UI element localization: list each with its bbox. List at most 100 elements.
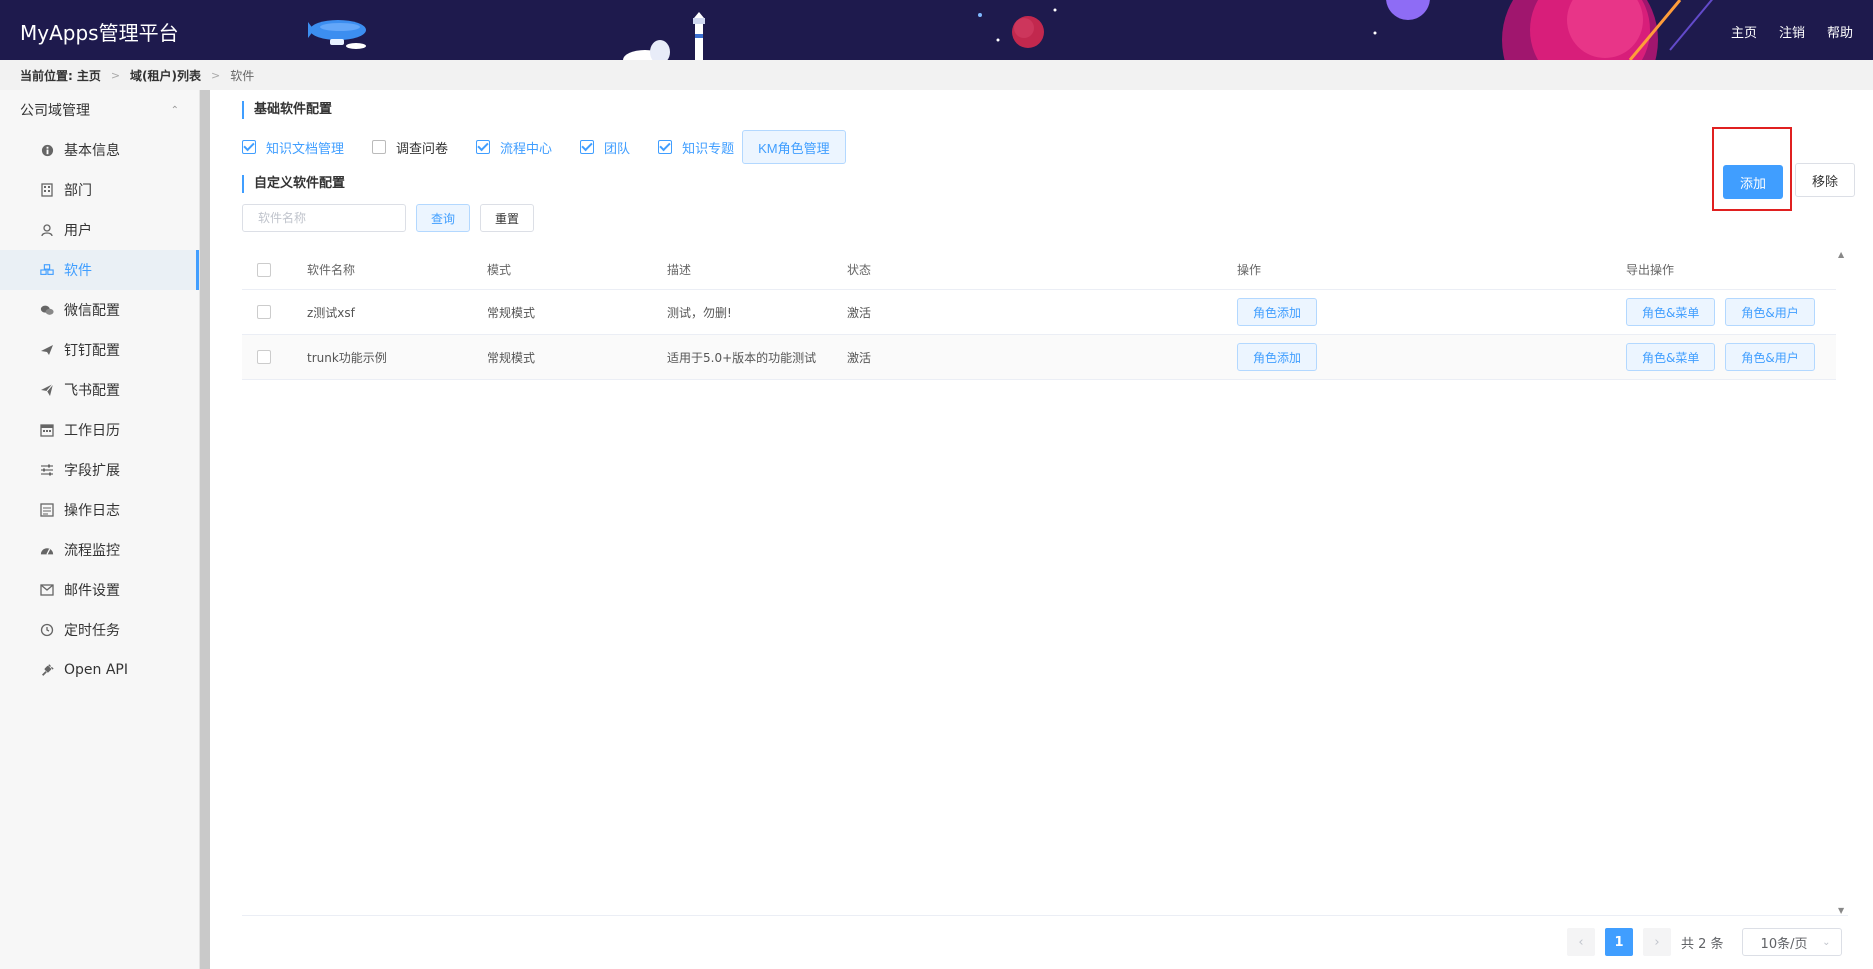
cell-status: 激活 (847, 350, 872, 365)
wechat-icon (40, 303, 54, 317)
calendar-icon (40, 423, 54, 437)
cell-name: trunk功能示例 (307, 350, 387, 365)
top-header: MyApps管理平台 主页 注销 帮助 (0, 0, 1873, 60)
cell-desc: 适用于5.0+版本的功能测试 (667, 350, 817, 365)
sidebar-item-label: 字段扩展 (64, 463, 120, 479)
query-button[interactable]: 查询 (416, 204, 471, 232)
sidebar-item-label: Open API (64, 662, 128, 678)
basic-config-title: 基础软件配置 (242, 101, 332, 119)
sidebar-item-work-calendar[interactable]: 工作日历 (0, 410, 199, 450)
sidebar-item-feishu[interactable]: 飞书配置 (0, 370, 199, 410)
sidebar-item-label: 软件 (64, 263, 92, 279)
sidebar-item-label: 邮件设置 (64, 583, 120, 599)
check-knowledge-docs[interactable]: 知识文档管理 (242, 138, 344, 157)
page-size-select[interactable]: 10条/页 ⌄ (1741, 928, 1842, 956)
header-link-home[interactable]: 主页 (1731, 22, 1757, 41)
select-all-checkbox[interactable] (257, 262, 271, 277)
role-user-button[interactable]: 角色&用户 (1725, 298, 1815, 326)
page-number-button[interactable]: 1 (1605, 928, 1633, 956)
cubes-icon (40, 263, 54, 277)
header-status: 状态 (847, 263, 872, 277)
scroll-up-icon[interactable]: ▲ (1838, 250, 1844, 259)
check-knowledge-topic[interactable]: 知识专题 (658, 138, 734, 157)
basic-software-checks: 知识文档管理 调查问卷 流程中心 团队 知识专题 KM角色管理 (242, 130, 846, 164)
checkbox-checked[interactable] (580, 140, 595, 154)
check-process-center[interactable]: 流程中心 (476, 138, 552, 157)
row-checkbox[interactable] (257, 305, 271, 319)
chevron-right-icon: > (211, 68, 221, 82)
header-desc: 描述 (667, 263, 692, 277)
sidebar-item-process-monitor[interactable]: 流程监控 (0, 530, 199, 570)
cell-name: z测试xsf (307, 305, 355, 320)
software-table: 软件名称 模式 描述 状态 操作 导出操作 z测试xsf 常规模式 测试，勿删!… (242, 250, 1836, 380)
table-row: z测试xsf 常规模式 测试，勿删! 激活 角色添加 角色&菜单 角色&用户 (242, 290, 1836, 335)
role-add-button[interactable]: 角色添加 (1237, 343, 1318, 371)
sidebar-item-wechat[interactable]: 微信配置 (0, 290, 199, 330)
sidebar-item-label: 钉钉配置 (64, 343, 120, 359)
sidebar-scrollbar[interactable] (200, 90, 210, 969)
cell-operation: 角色添加 (1222, 298, 1611, 326)
table-scrollbar[interactable]: ▲ ▼ (1836, 250, 1848, 915)
prev-page-button[interactable]: ‹ (1567, 928, 1595, 956)
sidebar-item-mail-settings[interactable]: 邮件设置 (0, 570, 199, 610)
custom-config-title: 自定义软件配置 (242, 175, 345, 193)
sidebar-item-label: 操作日志 (64, 503, 120, 519)
cell-mode: 常规模式 (487, 350, 536, 365)
cell-operation: 角色添加 (1222, 343, 1611, 371)
sidebar-item-scheduled-task[interactable]: 定时任务 (0, 610, 199, 650)
software-name-input[interactable] (242, 204, 406, 232)
role-user-button[interactable]: 角色&用户 (1725, 343, 1815, 371)
lighthouse-illustration (623, 12, 705, 60)
sidebar-item-label: 定时任务 (64, 623, 120, 639)
check-label: 知识专题 (682, 141, 735, 157)
role-add-button[interactable]: 角色添加 (1237, 298, 1318, 326)
dashboard-icon (40, 543, 54, 557)
sidebar-item-software[interactable]: 软件 (0, 250, 199, 290)
role-menu-button[interactable]: 角色&菜单 (1626, 343, 1716, 371)
add-button[interactable]: 添加 (1723, 165, 1783, 199)
km-role-manage-button[interactable]: KM角色管理 (742, 130, 846, 164)
breadcrumb-tenant-list[interactable]: 域(租户)列表 (130, 67, 201, 84)
check-survey[interactable]: 调查问卷 (372, 138, 448, 157)
check-label: 流程中心 (500, 141, 553, 157)
clock-icon (40, 623, 54, 637)
sidebar-item-label: 基本信息 (64, 143, 120, 159)
checkbox-checked[interactable] (476, 140, 491, 154)
log-icon (40, 503, 54, 517)
page-size-value: 10条/页 (1760, 936, 1808, 952)
sidebar-group-company[interactable]: 公司域管理 ⌃ (0, 90, 199, 130)
sidebar-item-basic-info[interactable]: 基本信息 (0, 130, 199, 170)
reset-button[interactable]: 重置 (480, 204, 535, 232)
sidebar-item-department[interactable]: 部门 (0, 170, 199, 210)
table-row: trunk功能示例 常规模式 适用于5.0+版本的功能测试 激活 角色添加 角色… (242, 335, 1836, 380)
role-menu-button[interactable]: 角色&菜单 (1626, 298, 1716, 326)
row-checkbox[interactable] (257, 350, 271, 364)
header-export: 导出操作 (1626, 263, 1675, 277)
remove-button[interactable]: 移除 (1795, 163, 1855, 197)
sidebar-item-field-extension[interactable]: 字段扩展 (0, 450, 199, 490)
checkbox-checked[interactable] (658, 140, 673, 154)
check-team[interactable]: 团队 (580, 138, 630, 157)
sidebar-item-open-api[interactable]: Open API (0, 650, 199, 690)
blimp-illustration (308, 20, 366, 49)
breadcrumb: 当前位置: 主页 > 域(租户)列表 > 软件 (0, 60, 1873, 90)
next-page-button[interactable]: › (1643, 928, 1671, 956)
sidebar-item-label: 微信配置 (64, 303, 120, 319)
sidebar-item-dingtalk[interactable]: 钉钉配置 (0, 330, 199, 370)
breadcrumb-home[interactable]: 主页 (77, 67, 101, 84)
header-link-help[interactable]: 帮助 (1827, 22, 1853, 41)
sidebar-item-operation-log[interactable]: 操作日志 (0, 490, 199, 530)
sliders-icon (40, 463, 54, 477)
pagination-total: 共 2 条 (1681, 936, 1724, 952)
sidebar-item-label: 工作日历 (64, 423, 120, 439)
check-label: 调查问卷 (396, 141, 449, 157)
checkbox-unchecked[interactable] (372, 140, 387, 154)
search-row: 查询 重置 (242, 204, 535, 232)
header-link-logout[interactable]: 注销 (1779, 22, 1805, 41)
mail-icon (40, 583, 54, 597)
sidebar-item-user[interactable]: 用户 (0, 210, 199, 250)
scroll-down-icon[interactable]: ▼ (1838, 906, 1844, 915)
paper-plane-icon (40, 383, 54, 397)
building-icon (40, 183, 54, 197)
checkbox-checked[interactable] (242, 140, 256, 154)
